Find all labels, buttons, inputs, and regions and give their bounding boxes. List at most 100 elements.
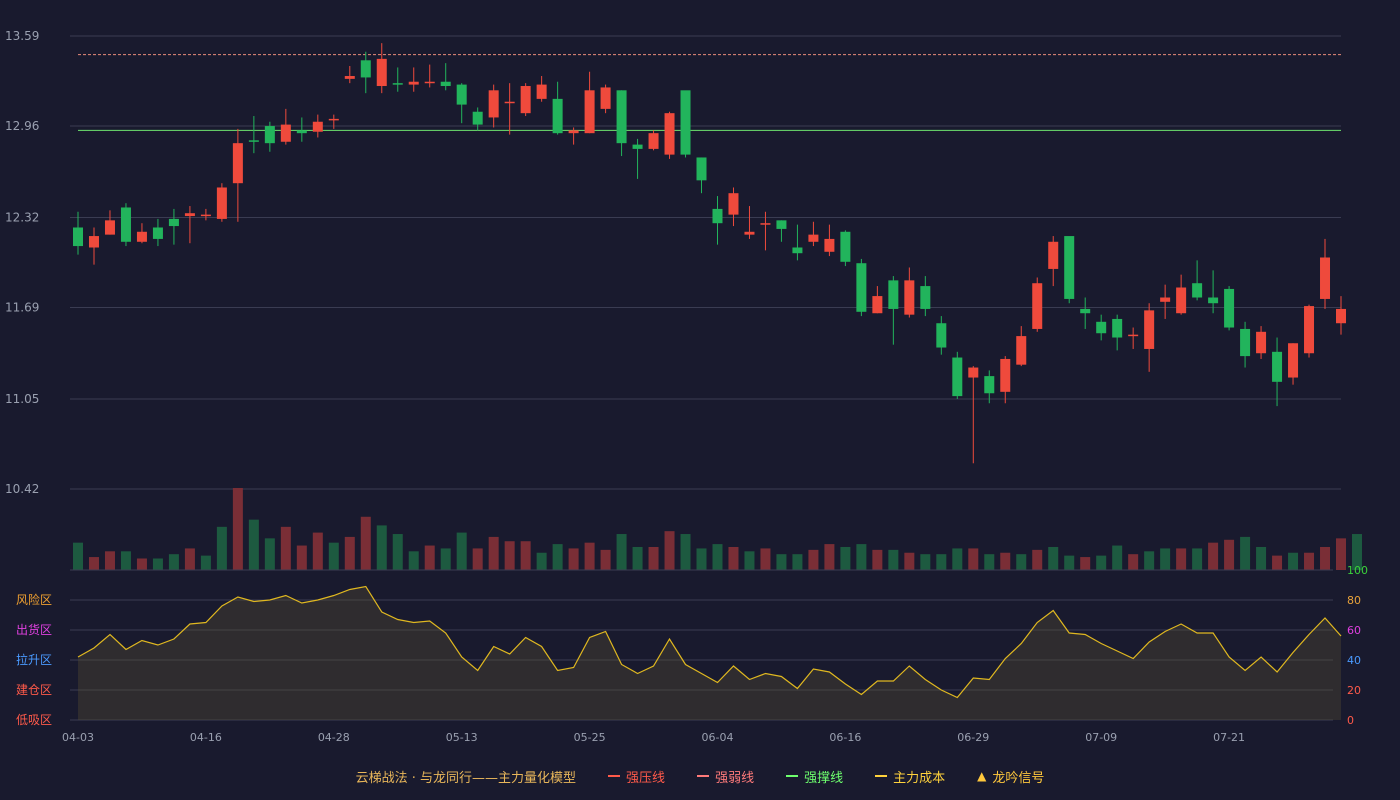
volume-bar — [520, 541, 531, 570]
candle-body — [984, 376, 995, 394]
candle-body — [472, 111, 483, 125]
candle-body — [1272, 351, 1283, 382]
candle-body — [904, 280, 915, 315]
indicator-tick-label: 100 — [1347, 564, 1368, 577]
candle-body — [1048, 241, 1059, 269]
volume-bar — [840, 546, 851, 570]
candle-body — [168, 218, 179, 227]
volume-bar — [952, 548, 963, 570]
candle-body — [968, 367, 979, 378]
volume-bar — [152, 558, 163, 570]
candle-body — [440, 81, 451, 87]
date-tick-label: 04-28 — [318, 731, 350, 744]
volume-bar — [1192, 548, 1203, 570]
volume-bar — [1080, 557, 1091, 570]
candle-body — [696, 157, 707, 181]
candle-body — [1128, 334, 1139, 337]
volume-bar — [424, 545, 435, 570]
candle-body — [296, 130, 307, 134]
candle-body — [552, 98, 563, 134]
volume-bar — [136, 558, 147, 570]
legend-label: 强压线 — [626, 770, 666, 786]
candle-body — [744, 231, 755, 235]
volume-bar — [376, 525, 387, 570]
solid-line-icon — [786, 775, 799, 777]
volume-bar — [1016, 554, 1027, 570]
candle-body — [792, 247, 803, 254]
candle-body — [1224, 288, 1235, 328]
indicator-area — [78, 586, 1341, 720]
candle-body — [73, 227, 83, 247]
candle-body — [952, 357, 963, 397]
volume-bar — [392, 534, 403, 570]
indicator-tick-label: 20 — [1347, 684, 1361, 697]
candle-body — [248, 140, 259, 142]
candle-body — [408, 81, 419, 85]
volume-bar — [1240, 536, 1251, 570]
volume-bar — [1288, 552, 1299, 570]
volume-bar — [73, 542, 83, 570]
volume-bar — [920, 554, 931, 570]
volume-bar — [360, 516, 371, 570]
volume-bar — [936, 554, 947, 570]
date-tick-label: 05-13 — [446, 731, 478, 744]
volume-bar — [776, 554, 787, 570]
candle-body — [264, 126, 275, 144]
volume-bar — [504, 541, 515, 570]
volume-bar — [1320, 546, 1331, 570]
candle-body — [104, 220, 115, 235]
candle-body — [808, 234, 819, 242]
volume-bar — [1000, 552, 1011, 570]
volume-bar — [1304, 552, 1315, 570]
volume-bar — [984, 554, 995, 570]
zone-label: 建仓区 — [16, 683, 52, 697]
volume-bar — [248, 519, 259, 570]
volume-bar — [824, 544, 835, 570]
volume-bar — [712, 544, 723, 570]
volume-bar — [120, 551, 131, 570]
volume-bar — [232, 488, 243, 570]
candle-body — [152, 227, 163, 239]
dashed-line-icon — [697, 775, 710, 777]
volume-bar — [1048, 546, 1059, 570]
indicator-line — [77, 585, 1342, 720]
volume-bar — [168, 554, 179, 570]
candle-body — [504, 101, 515, 104]
candle-body — [920, 286, 931, 309]
price-tick-label: 12.96 — [5, 119, 39, 133]
candle-body — [872, 296, 883, 314]
volume-bar — [312, 532, 323, 570]
volume-bar — [184, 548, 195, 570]
candle-body — [1304, 306, 1315, 354]
volume-bar — [1064, 555, 1075, 570]
chart-legend: 云梯战法 · 与龙同行——主力量化模型 强压线 强弱线 强撑线 主力成本 ▲ 龙… — [0, 764, 1400, 788]
candle-body — [216, 187, 227, 219]
volume-bar — [88, 557, 99, 570]
legend-label: 强弱线 — [715, 770, 755, 786]
volume-bar — [760, 548, 771, 570]
candle-body — [1256, 331, 1267, 354]
candle-body — [936, 323, 947, 348]
volume-bar — [104, 551, 115, 570]
volume-bar — [408, 551, 419, 570]
candle-body — [360, 60, 371, 78]
volume-bar — [264, 538, 275, 570]
volume-bar — [744, 551, 755, 570]
candle-body — [456, 84, 467, 105]
candle-body — [712, 208, 723, 224]
volume-bar — [1128, 554, 1139, 570]
volume-bar — [680, 534, 691, 570]
candle-body — [520, 86, 531, 114]
candle-body — [856, 263, 867, 312]
candle-body — [312, 121, 323, 132]
volume-bar — [296, 545, 307, 570]
volume-bar — [1256, 546, 1267, 570]
volume-bar — [456, 532, 467, 570]
zone-label: 出货区 — [16, 622, 52, 637]
candle-body — [776, 220, 787, 229]
candle-body — [136, 231, 147, 242]
candle-body — [376, 58, 387, 87]
indicator-tick-label: 0 — [1347, 714, 1354, 727]
volume-bar — [872, 549, 883, 570]
candle-body — [888, 280, 899, 309]
